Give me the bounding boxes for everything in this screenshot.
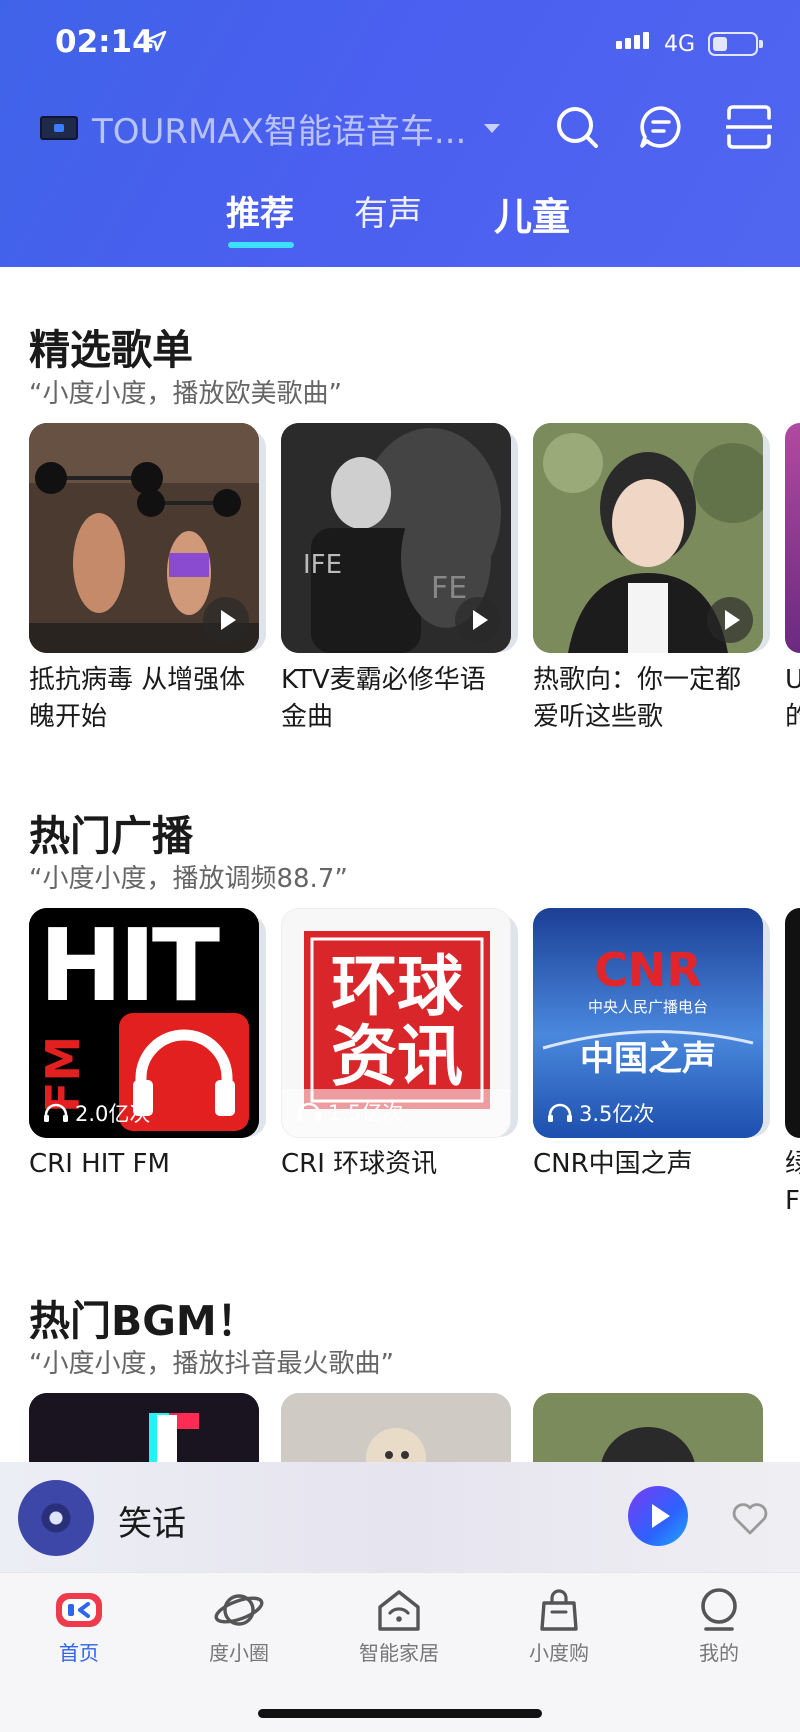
- scan-icon[interactable]: [726, 104, 772, 150]
- message-icon[interactable]: [638, 104, 684, 150]
- bgm-cover-image: [533, 1393, 763, 1473]
- playlist-title[interactable]: 热歌向：你一定都爱听这些歌: [533, 662, 763, 736]
- play-icon[interactable]: [455, 597, 501, 643]
- section-subtitle-bgm: “小度小度，播放抖音最火歌曲”: [29, 1349, 394, 1379]
- playlist-card[interactable]: [29, 423, 259, 653]
- play-count: 3.5亿次: [547, 1098, 654, 1128]
- playlist-card[interactable]: IFE FE: [281, 423, 511, 653]
- status-bar: 02:14 4G: [0, 22, 800, 66]
- nav-mine[interactable]: 我的: [664, 1585, 774, 1666]
- section-title-playlists: 精选歌单: [29, 326, 193, 374]
- playlist-card-partial[interactable]: [785, 423, 800, 653]
- nav-circle[interactable]: 度小圈: [184, 1585, 294, 1666]
- headphones-icon: [44, 1103, 68, 1122]
- play-icon[interactable]: [707, 597, 753, 643]
- nav-smart-home[interactable]: 智能家居: [344, 1585, 454, 1666]
- tab-recommend[interactable]: 推荐: [226, 186, 294, 235]
- tab-kids[interactable]: 儿童: [494, 186, 570, 241]
- headphones-icon: [297, 1102, 321, 1121]
- signal-icon: [616, 32, 649, 49]
- home-icon: [56, 1593, 102, 1627]
- device-selector[interactable]: TOURMAX智能语音车...: [40, 102, 501, 154]
- bgm-cover-image: [281, 1393, 511, 1473]
- bgm-card[interactable]: [281, 1393, 511, 1473]
- bgm-cover-image: [29, 1393, 259, 1473]
- svg-text:IFE: IFE: [303, 550, 342, 580]
- playlist-title[interactable]: 抵抗病毒 从增强体魄开始: [29, 662, 259, 736]
- smart-home-icon: [378, 1590, 420, 1631]
- svg-text:CNR: CNR: [594, 943, 702, 997]
- section-subtitle-radio: “小度小度，播放调频88.7”: [29, 864, 348, 894]
- svg-text:中国之声: 中国之声: [580, 1039, 716, 1079]
- active-tab-indicator: [228, 242, 294, 248]
- now-playing-title[interactable]: 笑话: [118, 1496, 186, 1545]
- section-subtitle-playlists: “小度小度，播放欧美歌曲”: [29, 379, 342, 409]
- network-type: 4G: [664, 32, 696, 57]
- chevron-down-icon: [484, 123, 501, 133]
- radio-card[interactable]: 环球 资讯 1.5亿次: [281, 908, 511, 1138]
- play-button[interactable]: [628, 1486, 688, 1546]
- play-count: 1.5亿次: [296, 1097, 403, 1127]
- app-screen: 02:14 4G TOURMAX智能语音车... 推荐 有声 儿童 精选歌单 “…: [0, 0, 800, 1732]
- home-indicator[interactable]: [258, 1709, 542, 1718]
- mini-player[interactable]: 笑话: [0, 1462, 800, 1572]
- header: 02:14 4G TOURMAX智能语音车... 推荐 有声 儿童: [0, 0, 800, 267]
- nav-shop[interactable]: 小度购: [504, 1585, 614, 1666]
- play-icon[interactable]: [203, 597, 249, 643]
- search-icon[interactable]: [554, 104, 600, 150]
- svg-text:环球: 环球: [331, 948, 464, 1025]
- svg-text:FE: FE: [431, 571, 467, 606]
- bgm-card[interactable]: [533, 1393, 763, 1473]
- radio-card-partial[interactable]: [785, 908, 800, 1138]
- device-name: TOURMAX智能语音车...: [92, 111, 467, 152]
- device-icon: [40, 116, 78, 140]
- section-title-bgm: 热门BGM！: [29, 1297, 258, 1345]
- radio-card[interactable]: CNR 中央人民广播电台 中国之声 3.5亿次: [533, 908, 763, 1138]
- playlist-card[interactable]: [533, 423, 763, 653]
- shopping-bag-icon: [540, 1589, 578, 1631]
- svg-text:资讯: 资讯: [331, 1018, 463, 1095]
- playlist-title[interactable]: KTV麦霸必修华语金曲: [281, 662, 511, 736]
- bgm-card[interactable]: [29, 1393, 259, 1473]
- planet-icon: [214, 1594, 264, 1626]
- radio-card[interactable]: HIT FM 2.0亿次: [29, 908, 259, 1138]
- heart-icon[interactable]: [730, 1498, 770, 1538]
- battery-icon: [708, 32, 763, 56]
- svg-text:HIT: HIT: [39, 908, 220, 1024]
- svg-text:中央人民广播电台: 中央人民广播电台: [588, 998, 708, 1016]
- radio-title[interactable]: CRI 环球资讯: [281, 1146, 511, 1183]
- location-arrow-icon: [145, 30, 167, 52]
- category-tabs: 推荐 有声 儿童: [0, 186, 800, 248]
- section-title-radio: 热门广播: [29, 812, 193, 860]
- tab-audio[interactable]: 有声: [354, 186, 422, 235]
- bottom-nav: 首页 度小圈 智能家居 小度购 我的: [0, 1572, 800, 1732]
- album-disc-icon[interactable]: [18, 1480, 94, 1556]
- headphones-icon: [548, 1103, 572, 1122]
- status-time: 02:14: [55, 24, 154, 60]
- nav-home[interactable]: 首页: [24, 1585, 134, 1666]
- radio-title[interactable]: CRI HIT FM: [29, 1146, 259, 1183]
- profile-icon: [701, 1588, 737, 1631]
- radio-title[interactable]: CNR中国之声: [533, 1146, 763, 1183]
- play-count: 2.0亿次: [43, 1098, 150, 1128]
